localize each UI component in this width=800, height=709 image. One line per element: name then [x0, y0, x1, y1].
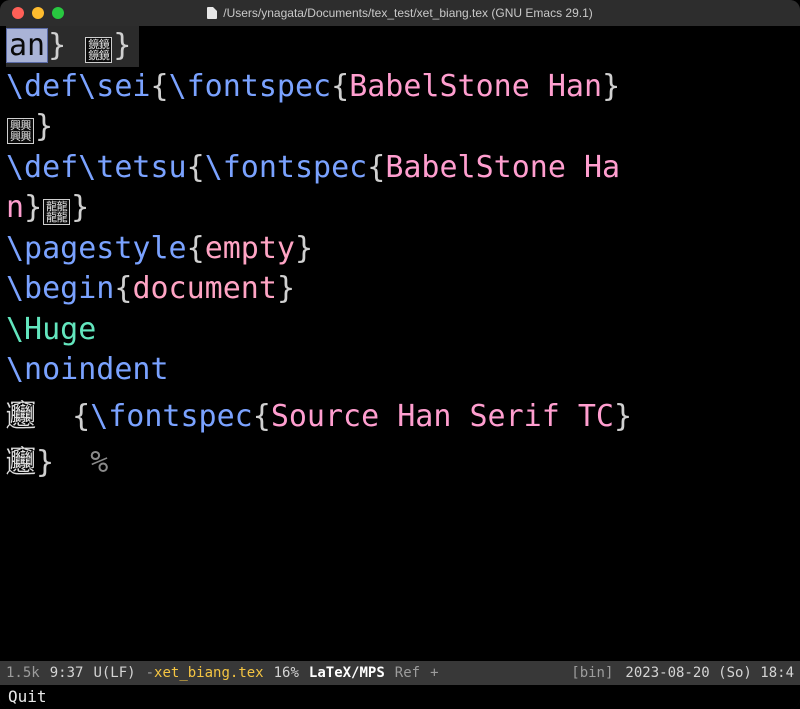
editor-area[interactable]: an} 鏡鏡 鏡鏡 } \def\sei{\fontspec{BabelSton…	[0, 26, 800, 661]
minibuffer-message: Quit	[8, 687, 47, 706]
ml-position: 16%	[274, 665, 299, 681]
code-line[interactable]: \noindent	[6, 350, 798, 391]
tex-command: \tetsu	[78, 150, 186, 185]
cjk-glyph: 𰻞	[6, 399, 36, 434]
tex-command: \fontspec	[205, 150, 368, 185]
tex-command: \sei	[78, 69, 150, 104]
code-line[interactable]: \pagestyle{empty}	[6, 229, 798, 270]
ml-ref: Ref	[395, 665, 420, 681]
ml-encoding: U(LF)	[93, 665, 135, 681]
code-line[interactable]: 𰻞 {\fontspec{Source Han Serif TC}	[6, 397, 798, 438]
tex-command: \def	[6, 69, 78, 104]
tofu-glyph-icon: 鏡鏡 鏡鏡	[85, 37, 112, 63]
code-line[interactable]: 興興 興興 }	[6, 107, 798, 148]
cjk-glyph: 𰻞	[6, 445, 36, 480]
selection-fragment[interactable]: an	[6, 28, 48, 63]
code-line[interactable]: \def\tetsu{\fontspec{BabelStone Ha	[6, 148, 798, 189]
tex-command: \begin	[6, 271, 114, 306]
emacs-window: /Users/ynagata/Documents/tex_test/xet_bi…	[0, 0, 800, 709]
window-title: /Users/ynagata/Documents/tex_test/xet_bi…	[207, 6, 593, 20]
ml-time: 9:37	[50, 665, 84, 681]
code-line[interactable]: \begin{document}	[6, 269, 798, 310]
font-name: Source Han Serif TC	[271, 399, 614, 434]
tex-command: \def	[6, 150, 78, 185]
document-icon	[207, 7, 217, 19]
tofu-glyph-icon: 興興 興興	[7, 118, 34, 144]
ml-major-mode[interactable]: LaTeX/MPS	[309, 665, 385, 681]
ml-modified: +	[430, 665, 438, 681]
font-name: BabelStone Ha	[385, 150, 620, 185]
traffic-lights	[12, 7, 64, 19]
minibuffer[interactable]: Quit	[0, 685, 800, 709]
window-title-text: /Users/ynagata/Documents/tex_test/xet_bi…	[223, 6, 593, 20]
ml-bin: [bin]	[571, 665, 613, 681]
code-line[interactable]: \Huge	[6, 310, 798, 351]
code-line[interactable]: n} 龍龍 龍龍 }	[6, 188, 798, 229]
font-name: BabelStone Han	[349, 69, 602, 104]
zoom-icon[interactable]	[52, 7, 64, 19]
tofu-glyph-icon: 龍龍 龍龍	[43, 199, 70, 225]
close-icon[interactable]	[12, 7, 24, 19]
tex-command: \pagestyle	[6, 231, 187, 266]
mode-line[interactable]: 1.5k 9:37 U(LF) -xet_biang.tex 16% LaTeX…	[0, 661, 800, 685]
tex-command: \fontspec	[169, 69, 332, 104]
tex-command: \noindent	[6, 352, 169, 387]
code-line[interactable]: an} 鏡鏡 鏡鏡 }	[6, 26, 798, 67]
titlebar: /Users/ynagata/Documents/tex_test/xet_bi…	[0, 0, 800, 26]
code-line[interactable]: 𰻞} %	[6, 443, 798, 484]
ml-date: 2023-08-20 (So) 18:4	[625, 665, 794, 681]
code-line[interactable]: \def\sei{\fontspec{BabelStone Han}	[6, 67, 798, 108]
tex-command: \Huge	[6, 312, 96, 347]
minimize-icon[interactable]	[32, 7, 44, 19]
tex-comment: %	[90, 445, 108, 480]
ml-buffer-name[interactable]: xet_biang.tex	[154, 665, 264, 681]
ml-size: 1.5k	[6, 665, 40, 681]
tex-command: \fontspec	[90, 399, 253, 434]
